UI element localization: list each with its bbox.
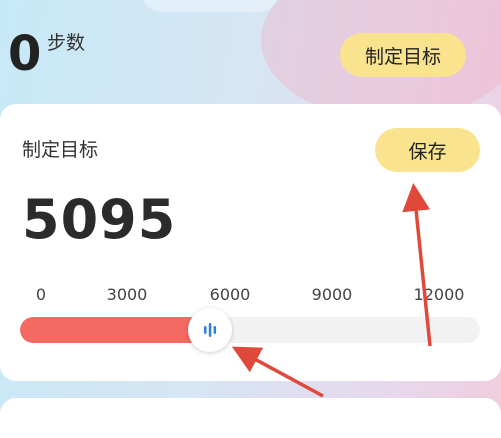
slider-tick-label: 12000 xyxy=(413,285,465,304)
goal-slider-track[interactable] xyxy=(20,317,480,343)
banner-art xyxy=(140,0,280,12)
goal-value: 5095 xyxy=(22,188,177,251)
slider-tick-label: 9000 xyxy=(311,285,353,304)
set-goal-button[interactable]: 制定目标 xyxy=(340,33,466,77)
slider-tick-label: 6000 xyxy=(209,285,251,304)
goal-slider-fill xyxy=(20,317,210,343)
steps-label: 步数 xyxy=(47,32,86,54)
next-card xyxy=(0,398,501,438)
grip-lines-icon xyxy=(203,323,217,337)
goal-slider-handle[interactable] xyxy=(187,308,232,352)
save-button[interactable]: 保存 xyxy=(375,128,480,172)
steps-count: 0 xyxy=(8,26,42,82)
slider-tick-label: 3000 xyxy=(106,285,148,304)
goal-card: 制定目标 保存 5095 0 3000 6000 9000 12000 xyxy=(0,104,501,381)
slider-tick-label: 0 xyxy=(35,285,47,304)
card-title: 制定目标 xyxy=(22,139,99,161)
